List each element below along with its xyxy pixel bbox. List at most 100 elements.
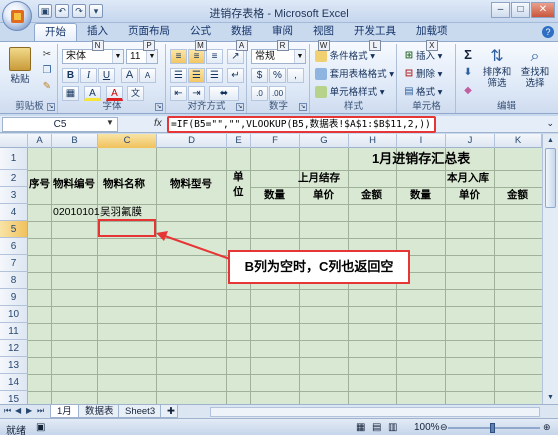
select-all-corner[interactable]	[0, 134, 28, 148]
column-header-i[interactable]: I	[397, 134, 446, 148]
row-header-6[interactable]: 6	[0, 238, 28, 255]
row-header-13[interactable]: 13	[0, 357, 28, 374]
copy-icon[interactable]: ❐	[40, 64, 54, 78]
tab-developer[interactable]: 开发工具 L	[344, 23, 406, 51]
cell-b4[interactable]: 02010101	[53, 206, 100, 219]
sort-filter-button[interactable]: ⇅ 排序和 筛选	[479, 46, 515, 90]
zoom-slider-knob[interactable]	[490, 423, 495, 433]
align-right-icon[interactable]: ☰	[206, 68, 223, 83]
column-header-a[interactable]: A	[28, 134, 52, 148]
bold-button[interactable]: B	[62, 68, 79, 83]
italic-button[interactable]: I	[80, 68, 97, 83]
column-header-b[interactable]: B	[52, 134, 98, 148]
number-format-select[interactable]: 常规 ▼	[251, 49, 306, 64]
shrink-font-button[interactable]: A	[139, 68, 156, 83]
row-header-4[interactable]: 4	[0, 204, 28, 221]
maximize-button[interactable]: □	[511, 2, 530, 18]
sheet-tab-1[interactable]: 1月	[50, 405, 79, 418]
scroll-thumb[interactable]	[545, 148, 556, 208]
help-icon[interactable]: ?	[542, 26, 554, 38]
scroll-down-icon[interactable]: ▼	[545, 392, 556, 403]
prev-sheet-icon[interactable]: ◀	[15, 406, 21, 415]
tab-data[interactable]: 数据 A	[221, 23, 262, 51]
fx-icon[interactable]: fx	[154, 118, 162, 129]
tab-view[interactable]: 视图 W	[303, 23, 344, 51]
name-box-dropdown-icon[interactable]: ▼	[106, 118, 114, 127]
sheet-tab-3[interactable]: Sheet3	[118, 405, 163, 418]
percent-button[interactable]: %	[269, 68, 286, 83]
cell-c4[interactable]: 吴羽氟膜	[100, 206, 142, 219]
zoom-slider[interactable]	[448, 423, 540, 433]
underline-button[interactable]: U	[98, 68, 115, 83]
formula-input[interactable]: =IF(B5="","",VLOOKUP(B5,数据表!$A$1:$B$11,2…	[167, 116, 436, 133]
fill-icon[interactable]: ⬇	[461, 66, 475, 80]
row-header-10[interactable]: 10	[0, 306, 28, 323]
horizontal-scrollbar[interactable]	[210, 407, 540, 417]
insert-sheet-icon[interactable]: ✚	[160, 405, 178, 418]
tab-addins[interactable]: 加载项 X	[406, 23, 458, 51]
selected-cell-c5[interactable]	[98, 219, 156, 237]
sheet-tab-data[interactable]: 数据表	[78, 405, 121, 418]
tab-home[interactable]: 开始	[34, 23, 77, 41]
first-sheet-icon[interactable]: ⏮	[4, 406, 11, 416]
row-header-7[interactable]: 7	[0, 255, 28, 272]
clear-icon[interactable]: ◆	[461, 84, 475, 98]
column-header-k[interactable]: K	[495, 134, 542, 148]
tab-formulas[interactable]: 公式 M	[180, 23, 221, 51]
last-sheet-icon[interactable]: ⏭	[37, 406, 44, 416]
row-header-3[interactable]: 3	[0, 187, 28, 204]
normal-view-icon[interactable]: ▦	[356, 422, 365, 433]
font-launcher-icon[interactable]: ↘	[155, 103, 163, 111]
find-select-button[interactable]: ⌕ 查找和 选择	[517, 46, 553, 90]
zoom-in-icon[interactable]: ⊕	[543, 422, 551, 433]
column-header-e[interactable]: E	[227, 134, 251, 148]
expand-formula-bar-icon[interactable]: ⌄	[546, 118, 554, 129]
orientation-icon[interactable]: ↗	[227, 49, 244, 64]
font-size-select[interactable]: 11 ▼	[126, 49, 158, 64]
zoom-level[interactable]: 100%	[414, 422, 440, 433]
row-header-11[interactable]: 11	[0, 323, 28, 340]
vertical-scrollbar[interactable]: ▲ ▼	[542, 134, 558, 404]
column-header-j[interactable]: J	[446, 134, 495, 148]
page-layout-view-icon[interactable]: ▤	[372, 422, 381, 433]
align-center-icon[interactable]: ☰	[188, 68, 205, 83]
row-header-12[interactable]: 12	[0, 340, 28, 357]
minimize-button[interactable]: –	[491, 2, 510, 18]
paste-button[interactable]: 粘贴	[6, 46, 34, 88]
office-button[interactable]	[2, 1, 32, 31]
name-box[interactable]: C5	[2, 117, 118, 132]
tab-review[interactable]: 审阅 R	[262, 23, 303, 51]
align-middle-icon[interactable]: ≡	[188, 49, 205, 64]
row-header-15[interactable]: 15	[0, 391, 28, 404]
row-header-14[interactable]: 14	[0, 374, 28, 391]
format-painter-icon[interactable]: ✎	[40, 80, 54, 94]
cell-styles-button[interactable]: 单元格样式 ▾	[314, 83, 386, 99]
scroll-up-icon[interactable]: ▲	[545, 135, 556, 146]
close-button[interactable]: ✕	[531, 2, 555, 18]
next-sheet-icon[interactable]: ▶	[26, 406, 32, 415]
wrap-text-icon[interactable]: ↵	[227, 68, 244, 83]
align-top-icon[interactable]: ≡	[170, 49, 187, 64]
delete-cells-button[interactable]: ⊟ 删除 ▾	[401, 65, 443, 82]
alignment-launcher-icon[interactable]: ↘	[236, 103, 244, 111]
font-name-select[interactable]: 宋体 ▼	[62, 49, 124, 64]
format-as-table-button[interactable]: 套用表格格式 ▾	[314, 65, 395, 81]
column-header-g[interactable]: G	[300, 134, 349, 148]
macro-record-icon[interactable]: ▣	[36, 422, 45, 433]
row-header-8[interactable]: 8	[0, 272, 28, 289]
zoom-out-icon[interactable]: ⊖	[440, 422, 448, 433]
cut-icon[interactable]: ✂	[40, 48, 54, 62]
align-bottom-icon[interactable]: ≡	[206, 49, 223, 64]
tab-page-layout[interactable]: 页面布局 P	[118, 23, 180, 51]
row-header-1[interactable]: 1	[0, 148, 28, 170]
row-header-5[interactable]: 5	[0, 221, 28, 238]
column-header-c[interactable]: C	[98, 134, 157, 148]
column-header-f[interactable]: F	[251, 134, 300, 148]
grow-font-button[interactable]: A	[121, 68, 138, 83]
column-header-d[interactable]: D	[157, 134, 227, 148]
comma-button[interactable]: ,	[287, 68, 304, 83]
number-launcher-icon[interactable]: ↘	[299, 103, 307, 111]
row-header-2[interactable]: 2	[0, 170, 28, 187]
page-break-view-icon[interactable]: ▥	[388, 422, 397, 433]
currency-button[interactable]: $	[251, 68, 268, 83]
